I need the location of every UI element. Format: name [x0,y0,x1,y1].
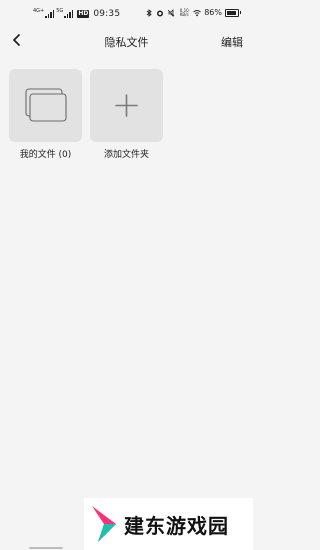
home-indicator[interactable] [29,547,63,549]
mute-icon [167,8,175,17]
status-left: 4G+ 5G HD 09:35 [33,7,121,19]
battery-icon [225,8,241,17]
signal-icon [45,10,55,18]
watermark-text: 建东游戏园 [124,514,229,538]
add-folder-button[interactable] [90,69,163,142]
battery-percent: 86% [204,8,222,17]
folder-tile-my-files[interactable] [9,69,82,142]
wifi-icon [193,9,202,16]
hd-badge: HD [77,10,90,18]
edit-button[interactable]: 编辑 [221,34,243,50]
watermark: 建东游戏园 [84,498,253,550]
alarm-icon [157,10,164,16]
bluetooth-icon [146,8,152,17]
network-type-label-2: 5G [56,7,64,14]
folder-label-my-files: 我的文件 (0) [19,150,72,160]
status-bar: 4G+ 5G HD 09:35 0.10 KB/s 86% [0,0,253,26]
status-time: 09:35 [93,9,121,19]
watermark-logo [92,506,116,542]
folder-stack-icon [25,88,67,122]
plus-icon [115,94,138,117]
nav-bar: 隐私文件 编辑 [0,26,253,56]
status-right: 0.10 KB/s 86% [145,7,241,17]
add-folder-label: 添加文件夹 [103,150,149,160]
network-type-label: 4G+ [33,7,45,14]
signal-icon-2 [64,10,74,18]
battery-fill [227,10,236,15]
network-speed: 0.10 KB/s [179,7,189,17]
page-title: 隐私文件 [104,36,149,49]
